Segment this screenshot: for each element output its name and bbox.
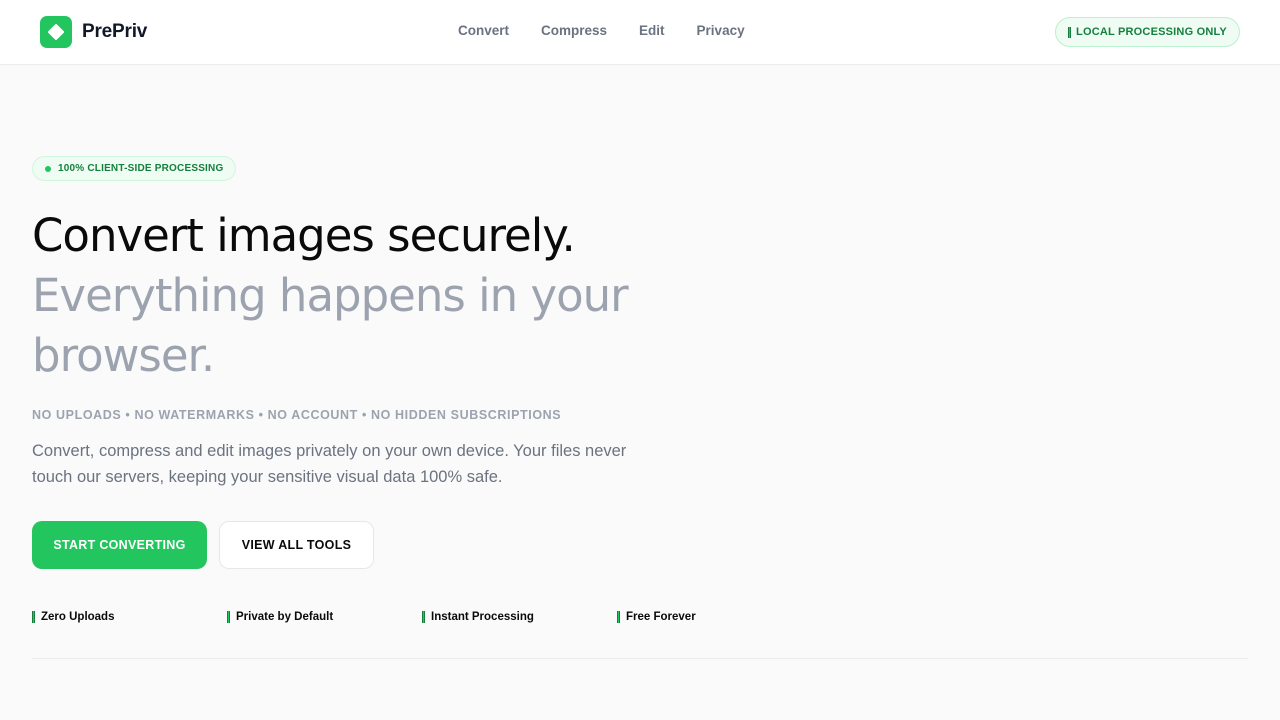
check-bar-icon <box>1068 26 1072 38</box>
headline-line-1: Convert images securely. <box>32 209 576 262</box>
diamond-logo-icon <box>40 16 72 48</box>
hero-description: Convert, compress and edit images privat… <box>32 442 627 486</box>
section-divider <box>32 658 1248 659</box>
feature-item: Instant Processing <box>422 611 617 623</box>
start-converting-button[interactable]: START CONVERTING <box>32 521 207 569</box>
feature-item: Free Forever <box>617 611 812 623</box>
headline-line-3: browser. <box>32 329 215 382</box>
check-bar-icon <box>617 611 620 623</box>
client-side-pill: 100% CLIENT-SIDE PROCESSING <box>32 156 236 181</box>
feature-label: Free Forever <box>626 611 696 623</box>
check-bar-icon <box>422 611 425 623</box>
local-processing-badge: LOCAL PROCESSING ONLY <box>1055 17 1240 47</box>
hero-headline: Convert images securely. Everything happ… <box>32 206 672 386</box>
status-dot-icon <box>45 165 51 172</box>
nav-item-privacy[interactable]: Privacy <box>697 22 745 40</box>
client-side-pill-label: 100% CLIENT-SIDE PROCESSING <box>58 163 224 174</box>
top-header: PrePriv Convert Compress Edit Privacy LO… <box>0 0 1280 65</box>
brand[interactable]: PrePriv <box>40 16 147 48</box>
feature-item: Private by Default <box>227 611 422 623</box>
local-processing-label: LOCAL PROCESSING ONLY <box>1076 26 1227 38</box>
view-all-tools-button[interactable]: VIEW ALL TOOLS <box>219 521 374 569</box>
main-nav: Convert Compress Edit Privacy <box>458 22 777 40</box>
feature-label: Private by Default <box>236 611 334 623</box>
check-bar-icon <box>32 611 35 623</box>
feature-list: Zero Uploads Private by Default Instant … <box>32 611 812 623</box>
check-bar-icon <box>227 611 230 623</box>
headline-line-2: Everything happens in your <box>32 269 629 322</box>
hero-tagline: NO UPLOADS • NO WATERMARKS • NO ACCOUNT … <box>32 408 562 422</box>
feature-item: Zero Uploads <box>32 611 227 623</box>
brand-name: PrePriv <box>82 21 148 42</box>
nav-item-edit[interactable]: Edit <box>639 22 665 40</box>
feature-label: Zero Uploads <box>41 611 115 623</box>
nav-item-convert[interactable]: Convert <box>458 22 509 40</box>
feature-label: Instant Processing <box>431 611 534 623</box>
nav-item-compress[interactable]: Compress <box>541 22 607 40</box>
